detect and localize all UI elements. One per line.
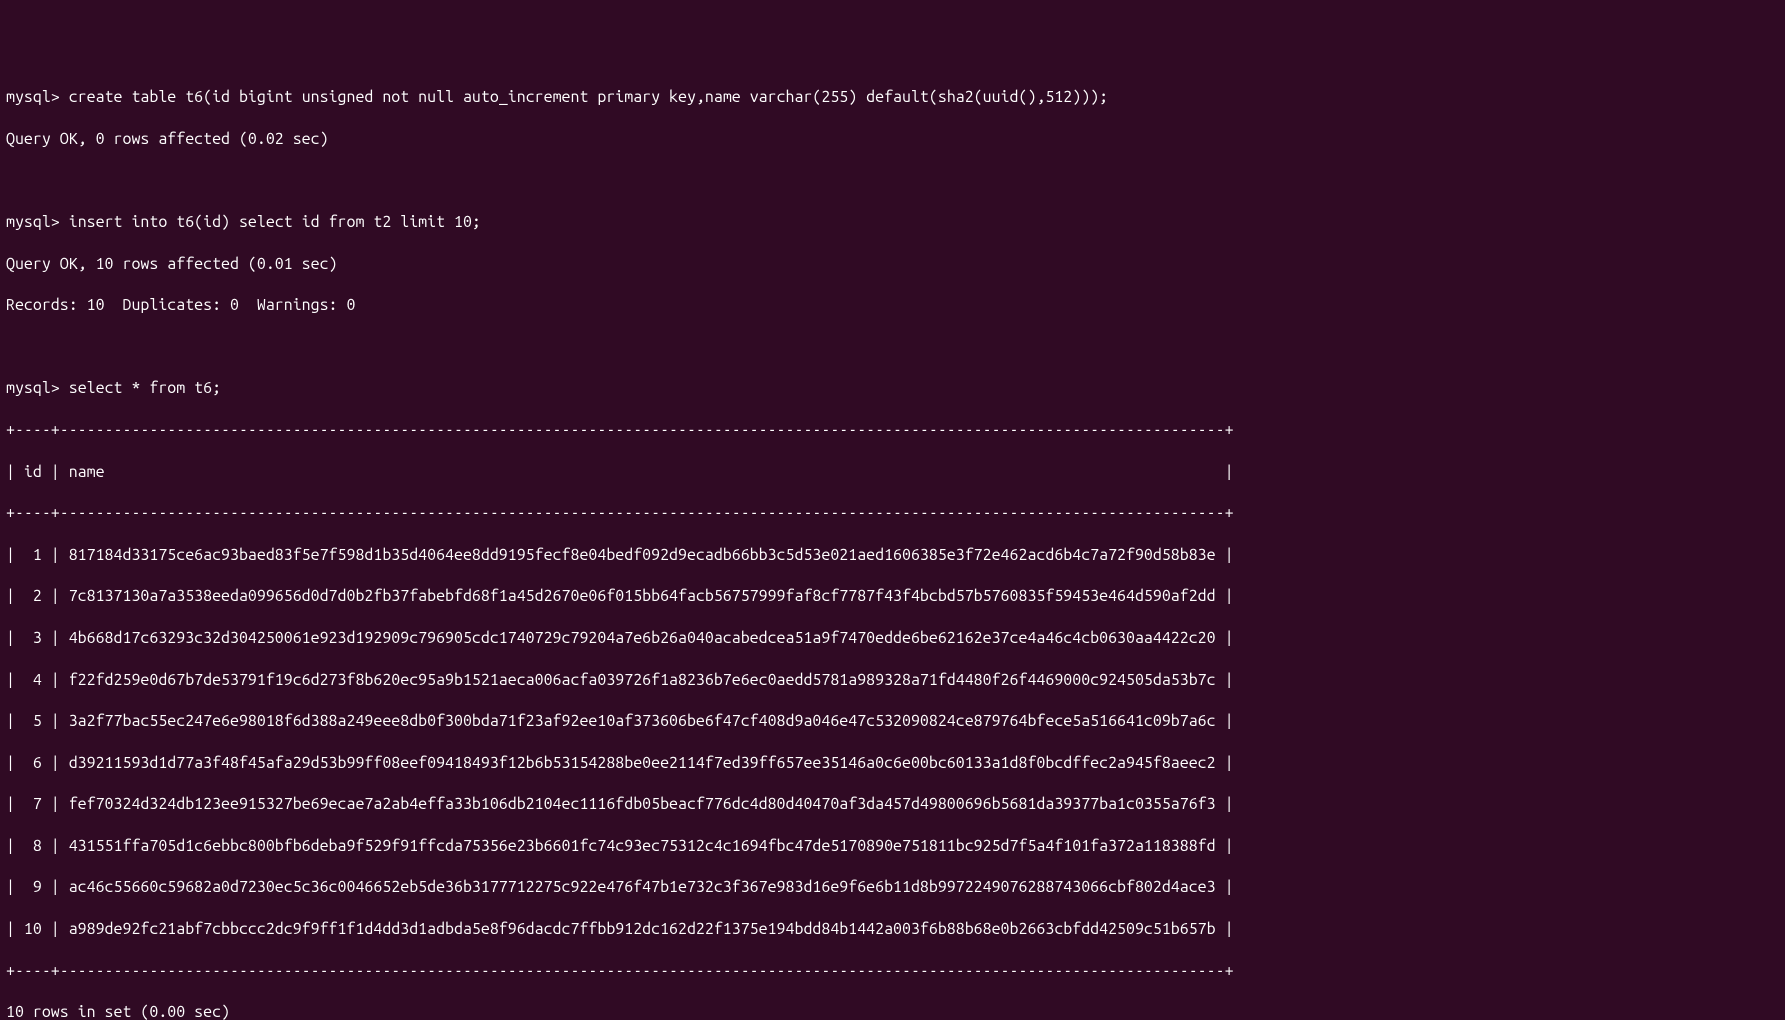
terminal-blank-2: [6, 337, 1779, 358]
table-row: | 7 | fef70324d324db123ee915327be69ecae7…: [6, 794, 1779, 815]
mysql-prompt: mysql>: [6, 88, 60, 106]
result-footer: 10 rows in set (0.00 sec): [6, 1002, 1779, 1020]
table-row: | 4 | f22fd259e0d67b7de53791f19c6d273f8b…: [6, 670, 1779, 691]
sql-command-1: create table t6(id bigint unsigned not n…: [69, 88, 1108, 106]
table-separator-mid: +----+----------------------------------…: [6, 503, 1779, 524]
mysql-prompt: mysql>: [6, 379, 60, 397]
terminal-blank-1: [6, 170, 1779, 191]
table-header: | id | name |: [6, 462, 1779, 483]
terminal-line-cmd1: mysql> create table t6(id bigint unsigne…: [6, 87, 1779, 108]
table-row: | 8 | 431551ffa705d1c6ebbc800bfb6deba9f5…: [6, 836, 1779, 857]
table-row: | 1 | 817184d33175ce6ac93baed83f5e7f598d…: [6, 545, 1779, 566]
table-row: | 2 | 7c8137130a7a3538eeda099656d0d7d0b2…: [6, 586, 1779, 607]
table-row: | 10 | a989de92fc21abf7cbbccc2dc9f9ff1f1…: [6, 919, 1779, 940]
sql-command-2: insert into t6(id) select id from t2 lim…: [69, 213, 481, 231]
terminal-line-resp1: Query OK, 0 rows affected (0.02 sec): [6, 129, 1779, 150]
table-row: | 5 | 3a2f77bac55ec247e6e98018f6d388a249…: [6, 711, 1779, 732]
table-row: | 6 | d39211593d1d77a3f48f45afa29d53b99f…: [6, 753, 1779, 774]
table-row: | 9 | ac46c55660c59682a0d7230ec5c36c0046…: [6, 877, 1779, 898]
terminal-line-resp2b: Records: 10 Duplicates: 0 Warnings: 0: [6, 295, 1779, 316]
terminal-line-resp2a: Query OK, 10 rows affected (0.01 sec): [6, 254, 1779, 275]
terminal-line-cmd2: mysql> insert into t6(id) select id from…: [6, 212, 1779, 233]
sql-command-3: select * from t6;: [69, 379, 221, 397]
table-separator-top: +----+----------------------------------…: [6, 420, 1779, 441]
mysql-prompt: mysql>: [6, 213, 60, 231]
table-row: | 3 | 4b668d17c63293c32d304250061e923d19…: [6, 628, 1779, 649]
terminal-line-cmd3: mysql> select * from t6;: [6, 378, 1779, 399]
table-separator-bot: +----+----------------------------------…: [6, 961, 1779, 982]
